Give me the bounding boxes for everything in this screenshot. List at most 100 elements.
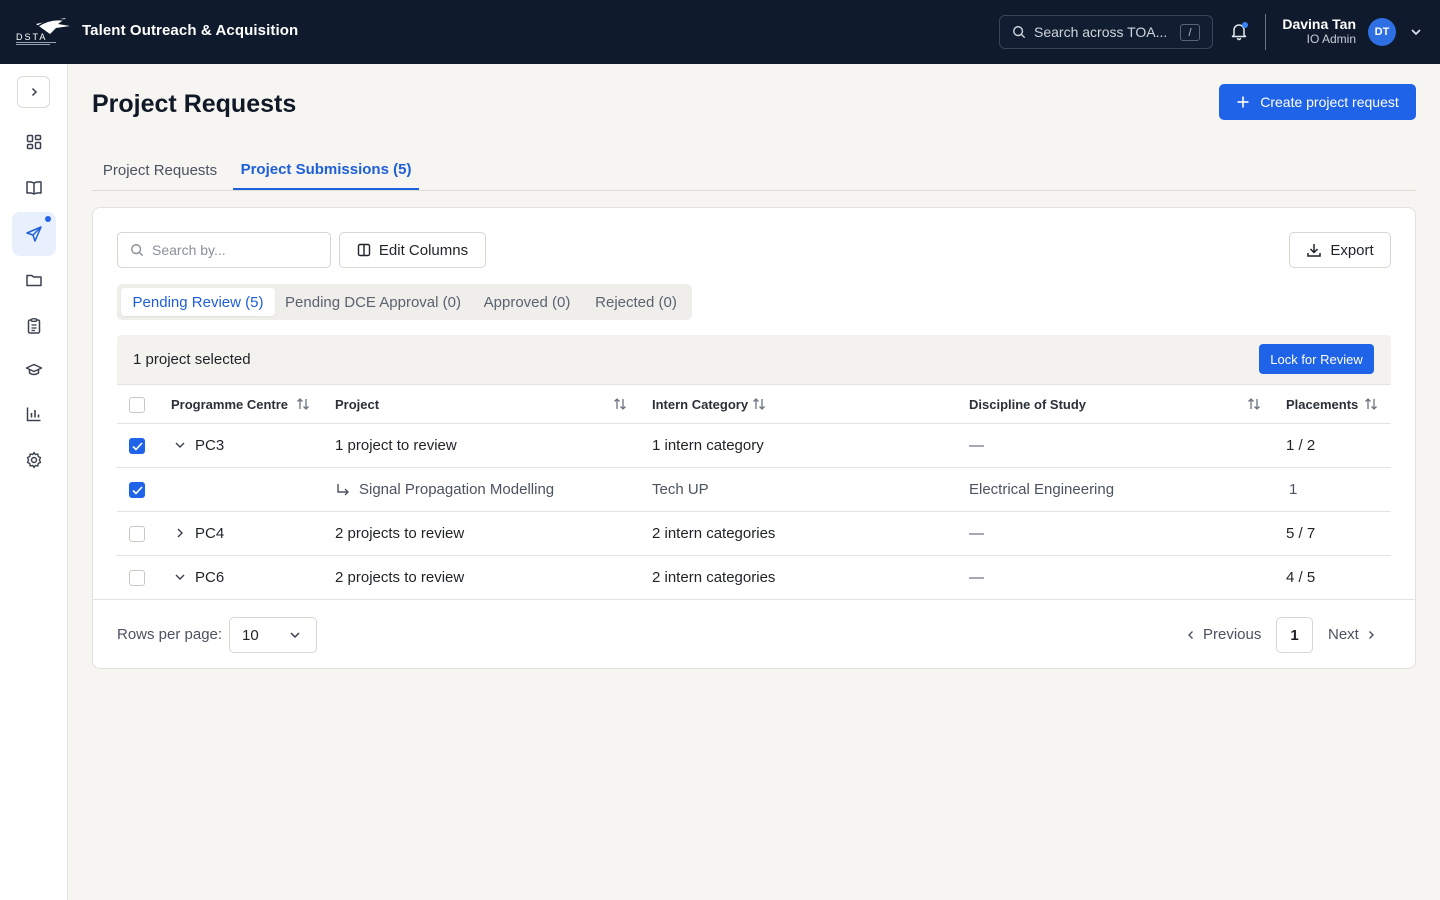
export-button[interactable]: Export [1289, 232, 1391, 268]
avatar[interactable]: DT [1368, 18, 1396, 46]
column-programme-centre[interactable]: Programme Centre [171, 397, 288, 412]
user-role: IO Admin [1306, 32, 1356, 46]
rows-per-page-label: Rows per page: [117, 626, 223, 643]
sort-icon[interactable] [613, 396, 627, 412]
tab-bar: Project Requests Project Submissions (5) [92, 150, 1416, 191]
cell-discipline: — [969, 437, 984, 454]
cell-project: 1 project to review [335, 437, 457, 454]
sidebar-item-tasks[interactable] [12, 304, 56, 348]
sidebar-expand-button[interactable] [17, 76, 50, 108]
sidebar [0, 64, 68, 900]
filter-pending-review[interactable]: Pending Review (5) [121, 288, 275, 316]
row-checkbox[interactable] [129, 482, 145, 498]
gear-icon [26, 451, 42, 469]
select-all-checkbox[interactable] [129, 397, 145, 413]
filter-rejected[interactable]: Rejected (0) [585, 288, 687, 316]
rows-per-page-value: 10 [242, 626, 259, 644]
previous-page-button[interactable]: Previous [1185, 626, 1261, 643]
cell-discipline: Electrical Engineering [969, 481, 1115, 498]
rows-per-page-select[interactable]: 10 [229, 617, 317, 653]
sidebar-item-settings[interactable] [12, 438, 56, 482]
header-divider [1265, 14, 1266, 50]
sort-icon[interactable] [1247, 396, 1261, 412]
export-label: Export [1330, 241, 1374, 259]
edit-columns-button[interactable]: Edit Columns [339, 232, 486, 268]
cell-intern-category: 2 intern categories [652, 525, 776, 542]
search-icon [1013, 26, 1026, 39]
table-row[interactable]: PC4 2 projects to review 2 intern catego… [117, 512, 1391, 556]
page-number-button[interactable]: 1 [1276, 617, 1313, 653]
dsta-logo[interactable]: DSTA [16, 16, 72, 48]
sort-icon[interactable] [752, 396, 766, 412]
column-intern-category[interactable]: Intern Category [652, 397, 748, 412]
next-page-button[interactable]: Next [1328, 626, 1377, 643]
nav-notification-dot [45, 216, 51, 222]
chevron-right-icon [31, 87, 37, 97]
send-icon [26, 226, 42, 242]
bar-chart-icon [26, 407, 41, 422]
cell-discipline: — [969, 525, 984, 542]
previous-label: Previous [1203, 626, 1262, 643]
user-name: Davina Tan [1282, 16, 1356, 32]
card-footer-divider [93, 599, 1415, 600]
next-label: Next [1328, 626, 1359, 643]
create-button-label: Create project request [1260, 94, 1399, 110]
table-search-input[interactable]: Search by... [117, 232, 331, 268]
cell-intern-category: 1 intern category [652, 437, 764, 454]
sidebar-item-folders[interactable] [12, 258, 56, 302]
column-project[interactable]: Project [335, 397, 379, 412]
lock-for-review-button[interactable]: Lock for Review [1259, 344, 1374, 374]
row-checkbox[interactable] [129, 438, 145, 454]
sidebar-item-projects[interactable] [12, 212, 56, 256]
table-row[interactable]: Signal Propagation Modelling Tech UP Ele… [117, 468, 1391, 512]
search-icon [131, 244, 144, 257]
cell-placements: 1 / 2 [1286, 437, 1316, 454]
cell-discipline: — [969, 569, 984, 586]
cell-intern-category: Tech UP [652, 481, 709, 498]
clipboard-icon [27, 318, 41, 334]
cell-project[interactable]: Signal Propagation Modelling [359, 481, 554, 498]
page-title: Project Requests [92, 90, 297, 118]
create-project-request-button[interactable]: Create project request [1219, 84, 1416, 120]
table-row[interactable]: PC6 2 projects to review 2 intern catego… [117, 556, 1391, 600]
column-discipline-of-study[interactable]: Discipline of Study [969, 397, 1086, 412]
tab-project-requests[interactable]: Project Requests [92, 150, 228, 190]
cell-project: 2 projects to review [335, 525, 465, 542]
sidebar-item-interns[interactable] [12, 348, 56, 392]
cell-project: 2 projects to review [335, 569, 465, 586]
cell-programme-centre: PC6 [195, 569, 225, 586]
cell-programme-centre: PC3 [195, 437, 225, 454]
chevron-down-icon[interactable] [173, 438, 187, 452]
folder-icon [26, 274, 42, 287]
cell-placements: 5 / 7 [1286, 525, 1316, 542]
sidebar-item-reports[interactable] [12, 392, 56, 436]
column-placements[interactable]: Placements [1286, 397, 1358, 412]
plus-icon [1237, 96, 1249, 108]
row-checkbox[interactable] [129, 570, 145, 586]
notification-dot [1242, 22, 1248, 28]
chevron-down-icon[interactable] [173, 570, 187, 584]
chevron-down-icon [290, 632, 300, 639]
row-checkbox[interactable] [129, 526, 145, 542]
chevron-right-icon [1368, 630, 1374, 639]
filter-pending-dce-approval[interactable]: Pending DCE Approval (0) [277, 288, 469, 316]
sort-icon[interactable] [1364, 396, 1378, 412]
chevron-down-icon[interactable] [1408, 24, 1424, 40]
submissions-card: Search by... Edit Columns Export Pending… [92, 207, 1416, 669]
cell-intern-category: 2 intern categories [652, 569, 776, 586]
chevron-right-icon[interactable] [173, 526, 187, 540]
table-row[interactable]: PC3 1 project to review 1 intern categor… [117, 424, 1391, 468]
global-search-placeholder: Search across TOA... [1034, 24, 1168, 40]
download-icon [1307, 244, 1322, 257]
book-icon [26, 181, 42, 195]
dashboard-icon [26, 134, 42, 150]
global-search-input[interactable]: Search across TOA... / [999, 15, 1213, 49]
tab-project-submissions[interactable]: Project Submissions (5) [233, 150, 419, 190]
sidebar-item-library[interactable] [12, 166, 56, 210]
selection-count: 1 project selected [133, 351, 251, 368]
sidebar-item-dashboard[interactable] [12, 120, 56, 164]
table-header: Programme Centre Project Intern Category… [117, 384, 1391, 424]
sort-icon[interactable] [296, 396, 310, 412]
cell-programme-centre: PC4 [195, 525, 225, 542]
filter-approved[interactable]: Approved (0) [473, 288, 581, 316]
